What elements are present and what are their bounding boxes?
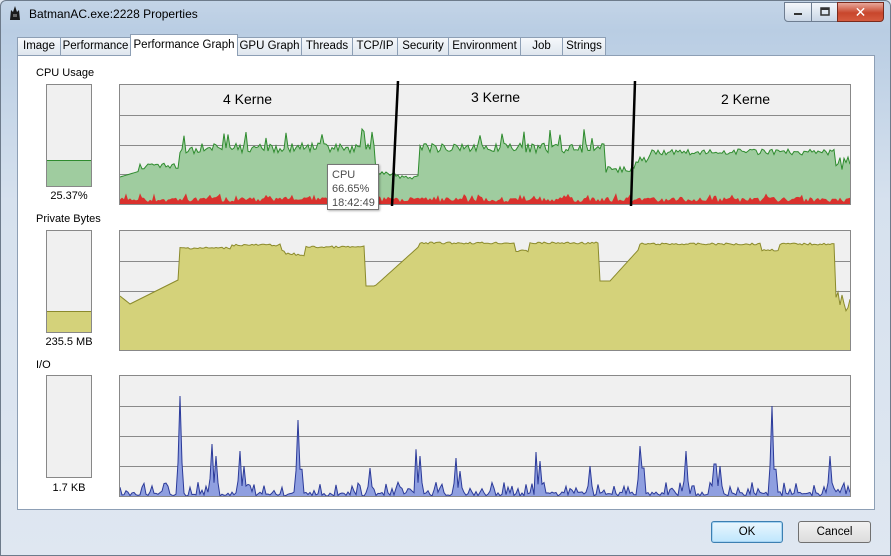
tooltip-title: CPU — [332, 169, 356, 181]
cpu-tooltip: CPU 66.65% 18:42:49 — [327, 164, 379, 210]
cpu-annotation-overlay: 4 Kerne 3 Kerne 2 Kerne — [223, 80, 770, 207]
ok-button[interactable]: OK — [711, 521, 783, 543]
tooltip-value: 66.65% — [332, 183, 370, 195]
tooltip-time: 18:42:49 — [332, 197, 375, 209]
divider-line-1 — [390, 80, 400, 207]
tab-performance-graph[interactable]: Performance Graph — [130, 34, 238, 56]
segment-label-4-cores: 4 Kerne — [223, 91, 272, 107]
properties-window: BatmanAC.exe:2228 Properties ✕ Image Per… — [0, 0, 891, 556]
segment-label-2-cores: 2 Kerne — [721, 91, 770, 107]
segment-label-3-cores: 3 Kerne — [471, 89, 520, 105]
cancel-button[interactable]: Cancel — [798, 521, 871, 543]
divider-line-2 — [629, 80, 637, 207]
